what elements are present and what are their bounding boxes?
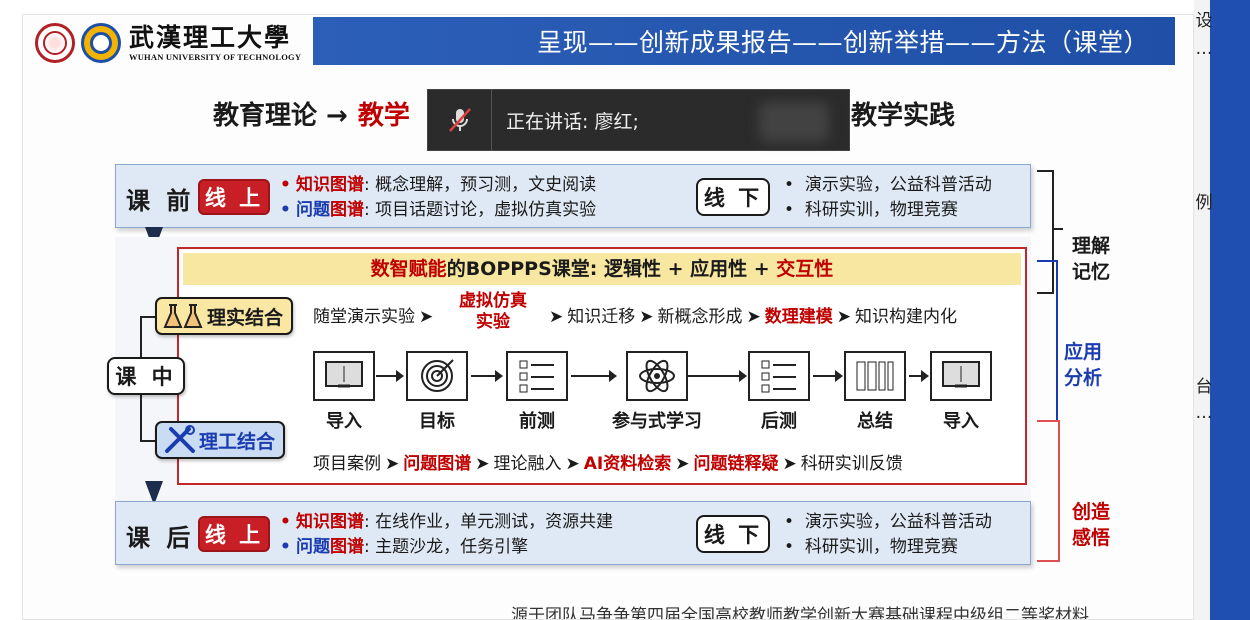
flow-arrow (376, 370, 404, 382)
speaking-text: 正在讲话: 廖红; (506, 110, 639, 133)
screen-book-icon (313, 351, 375, 401)
pre-offline-items: • 演示实验，公益科普活动 • 科研实训，物理竞赛 (784, 173, 992, 223)
post-offline-badge: 线 下 (696, 515, 770, 553)
pre-online-items: • 知识 图谱: 概念理解，预习测，文史阅读 • 问题 图谱: 项目话题讨论，虚拟仿… (280, 173, 596, 223)
tools-icon (165, 425, 195, 453)
source-note: 源于团队马争争第四届全国高校教师教学创新大赛基础课程中级组二等奖材料 (511, 606, 1089, 620)
bottom-flow: 项目案例 ➤ 问题图谱 ➤ 理论融入 ➤ AI资料检索 ➤ 问题链释疑 ➤ 科研实训反馈 (313, 454, 903, 474)
side-text: 设 (1195, 11, 1213, 31)
understand-memory-label: 理解 记忆 (1071, 235, 1110, 283)
science-engineering-tag: 理工结合 (155, 421, 286, 459)
flow-arrow (813, 370, 843, 382)
blurred-avatar (759, 102, 829, 142)
theory-line: 教育理论 → 教学 (213, 95, 410, 132)
theory-right: 教学实践 (851, 101, 956, 131)
screen-book-icon (930, 351, 992, 401)
pre-class-label: 课 前 (126, 187, 195, 215)
stage-participatory: 参与式学习 (612, 351, 702, 433)
in-class-label: 课 中 (107, 357, 185, 395)
list-item: • 演示实验，公益科普活动 (784, 512, 992, 532)
flow-arrow (687, 370, 747, 382)
boppps-title: 数智赋能的BOPPPS课堂: 逻辑性 + 应用性 + 交互性 (183, 253, 1021, 285)
side-text: … (1195, 403, 1213, 423)
bullet-icon: • (280, 175, 291, 195)
post-class-label: 课 后 (126, 524, 195, 552)
post-offline-items: • 演示实验，公益科普活动 • 科研实训，物理竞赛 (784, 510, 992, 560)
slide-title: 呈现——创新成果报告——创新举措——方法（课堂） (313, 17, 1175, 65)
stage-intro: 导入 (312, 351, 376, 433)
university-name-cn: 武漢理工大學 (129, 23, 292, 52)
university-seal-icon (35, 23, 75, 63)
checklist-icon (506, 351, 568, 401)
post-class-box: 课 后 线 上 • 知识 图谱: 在线作业，单元测试，资源共建 • 问题 图谱: 主… (115, 501, 1031, 565)
mic-muted-icon (428, 89, 492, 151)
list-item: • 科研实训，物理竞赛 (784, 537, 958, 557)
top-flow-rest: ➤ 知识迁移 ➤ 新概念形成 ➤ 数理建模 ➤ 知识构建内化 (549, 307, 957, 327)
side-text: 例 (1195, 193, 1213, 213)
flow-arrow (909, 370, 929, 382)
list-item: • 演示实验，公益科普活动 (784, 175, 992, 195)
list-item: • 知识 图谱: 概念理解，预习测，文史阅读 (280, 173, 596, 198)
list-item: • 知识 图谱: 在线作业，单元测试，资源共建 (280, 510, 613, 535)
slide-canvas: 武漢理工大學 WUHAN UNIVERSITY OF TECHNOLOGY 呈现… (22, 14, 1194, 620)
theory-mid: 教学 (357, 101, 410, 131)
post-online-badge: 线 上 (198, 516, 270, 552)
university-badge-icon (81, 23, 121, 63)
bullet-icon: • (280, 512, 291, 532)
stage-summary: 总结 (843, 351, 907, 433)
atom-icon (626, 351, 688, 401)
pre-online-badge: 线 上 (198, 179, 270, 215)
top-flow-virtual: 虚拟仿真 实验 (459, 291, 527, 332)
flask-icon (163, 304, 203, 328)
list-item: • 问题 图谱: 主题沙龙，任务引擎 (280, 535, 613, 560)
stage-posttest: 后测 (747, 351, 811, 433)
theory-practice-tag: 理实结合 (155, 297, 294, 335)
side-text: … (1195, 39, 1213, 59)
university-logo: 武漢理工大學 WUHAN UNIVERSITY OF TECHNOLOGY (35, 23, 301, 63)
apply-analyze-label: 应用 分析 (1063, 341, 1102, 389)
flow-arrow (471, 370, 503, 382)
stage-goal: 目标 (405, 351, 469, 433)
university-name-en: WUHAN UNIVERSITY OF TECHNOLOGY (129, 52, 302, 62)
stage-intro-end: 导入 (929, 351, 993, 433)
pre-class-box: 课 前 线 上 • 知识 图谱: 概念理解，预习测，文史阅读 • 问题 图谱: 项目… (115, 164, 1031, 228)
list-item: • 科研实训，物理竞赛 (784, 200, 958, 220)
flow-arrow (571, 370, 617, 382)
post-online-items: • 知识 图谱: 在线作业，单元测试，资源共建 • 问题 图谱: 主题沙龙，任务引擎 (280, 510, 613, 560)
stage-pretest: 前测 (505, 351, 569, 433)
target-icon (406, 351, 468, 401)
pre-offline-badge: 线 下 (696, 178, 770, 216)
speaking-indicator: 正在讲话: 廖红; (427, 89, 850, 151)
bullet-icon: • (280, 200, 291, 220)
list-item: • 问题 图谱: 项目话题讨论，虚拟仿真实验 (280, 198, 596, 223)
side-panel-strip (1210, 0, 1250, 620)
bullet-icon: • (280, 537, 291, 557)
side-text: 台 (1195, 377, 1213, 397)
top-flow: 随堂演示实验 ➤ (313, 307, 434, 327)
create-insight-label: 创造 感悟 (1071, 501, 1110, 549)
pencils-icon (844, 351, 906, 401)
theory-left: 教育理论 → (213, 101, 348, 131)
checklist-icon (748, 351, 810, 401)
